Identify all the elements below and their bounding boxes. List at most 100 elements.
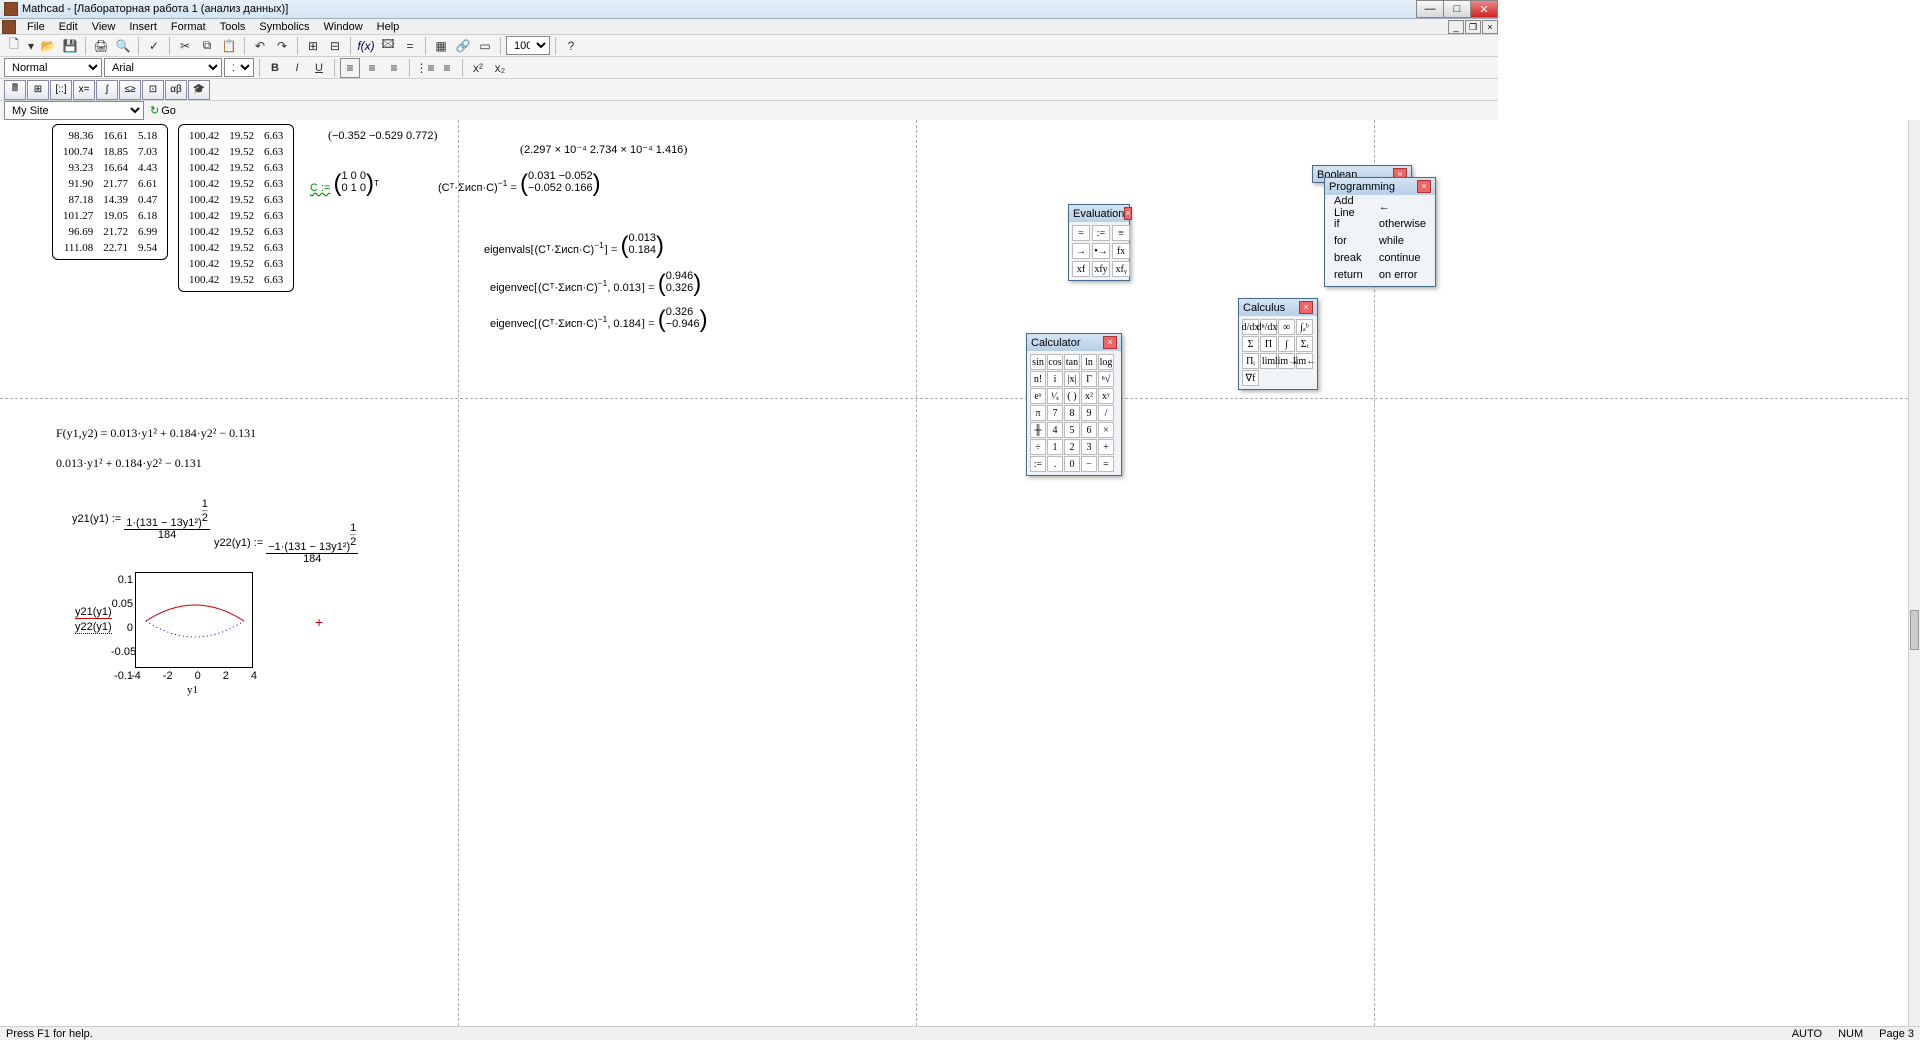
palette-button[interactable]: / bbox=[1098, 405, 1114, 421]
math-y21[interactable]: y21(y1) := 1·(131 − 13y1²)12 184 bbox=[72, 498, 210, 541]
palette-button[interactable]: break bbox=[1328, 249, 1373, 266]
undo-icon[interactable]: ↶ bbox=[250, 36, 270, 56]
help-icon[interactable]: ? bbox=[561, 36, 581, 56]
palette-button[interactable]: ∇f bbox=[1242, 370, 1259, 386]
palette-button[interactable]: xʸ bbox=[1098, 388, 1114, 404]
evaluation-palette[interactable]: Evaluation× =:=≡→•→fxxfxfyxfᵧ bbox=[1068, 204, 1130, 281]
region-icon[interactable]: ▭ bbox=[475, 36, 495, 56]
palette-button[interactable]: •→ bbox=[1092, 243, 1110, 259]
palette-button[interactable]: . bbox=[1047, 456, 1063, 472]
document-area[interactable]: 98.3616.615.18100.7418.857.0393.2316.644… bbox=[0, 120, 1908, 1026]
menu-symbolics[interactable]: Symbolics bbox=[252, 20, 316, 34]
new-icon[interactable]: 🗋 bbox=[4, 36, 24, 56]
palette-button[interactable]: ÷ bbox=[1030, 439, 1046, 455]
palette-button[interactable]: lim← bbox=[1296, 353, 1313, 369]
palette-button[interactable]: if bbox=[1328, 215, 1373, 232]
component-icon[interactable]: ▦ bbox=[431, 36, 451, 56]
go-button[interactable]: ↻ Go bbox=[150, 104, 176, 117]
palette-button[interactable]: + bbox=[1098, 439, 1114, 455]
vertical-scrollbar[interactable] bbox=[1908, 120, 1920, 1026]
link-icon[interactable]: 🔗 bbox=[453, 36, 473, 56]
mdi-restore[interactable]: ❐ bbox=[1465, 20, 1481, 34]
menu-view[interactable]: View bbox=[85, 20, 123, 34]
math-eigenvec2[interactable]: eigenvec[(Cᵀ·Σисп·C)−1, 0.184] = (0.326−… bbox=[490, 306, 708, 334]
palette-button[interactable]: ⁿ√ bbox=[1098, 371, 1114, 387]
matrix-palette-icon[interactable]: [::] bbox=[50, 80, 72, 100]
calculator-palette[interactable]: Calculator× sincostanlnlogn!i|x|Γⁿ√eˣ¹⁄ₓ… bbox=[1026, 333, 1122, 476]
calculus-palette[interactable]: Calculus× d/dxdⁿ/dxⁿ∞∫ₐᵇΣΠ∫ΣᵢΠᵢlimlim→li… bbox=[1238, 298, 1318, 390]
greek-palette-icon[interactable]: αβ bbox=[165, 80, 187, 100]
zoom-select[interactable]: 100% bbox=[506, 36, 550, 55]
palette-button[interactable]: for bbox=[1328, 232, 1373, 249]
font-select[interactable]: Arial bbox=[104, 58, 222, 77]
maximize-button[interactable]: □ bbox=[1443, 0, 1471, 18]
palette-button[interactable]: 5 bbox=[1064, 422, 1080, 438]
palette-button[interactable]: ¹⁄ₓ bbox=[1047, 388, 1063, 404]
palette-button[interactable]: Add Line bbox=[1328, 198, 1373, 215]
palette-button[interactable]: × bbox=[1098, 422, 1114, 438]
palette-button[interactable]: 9 bbox=[1081, 405, 1097, 421]
menu-help[interactable]: Help bbox=[370, 20, 407, 34]
palette-button[interactable]: 1 bbox=[1047, 439, 1063, 455]
palette-button[interactable]: → bbox=[1072, 243, 1090, 259]
palette-button[interactable]: otherwise bbox=[1373, 215, 1432, 232]
palette-button[interactable]: x² bbox=[1081, 388, 1097, 404]
mdi-minimize[interactable]: _ bbox=[1448, 20, 1464, 34]
palette-button[interactable]: fx bbox=[1112, 243, 1130, 259]
underline-icon[interactable]: U bbox=[309, 58, 329, 78]
math-eigenvals[interactable]: eigenvals[(Cᵀ·Σисп·C)−1] = (0.0130.184) bbox=[484, 232, 664, 260]
menu-format[interactable]: Format bbox=[164, 20, 213, 34]
palette-button[interactable]: ╫ bbox=[1030, 422, 1046, 438]
palette-button[interactable]: Γ bbox=[1081, 371, 1097, 387]
palette-close-icon[interactable]: × bbox=[1417, 180, 1431, 193]
unit-icon[interactable]: 🖾 bbox=[378, 36, 398, 56]
palette-button[interactable]: := bbox=[1092, 225, 1110, 241]
numbers-icon[interactable]: ≡ bbox=[437, 58, 457, 78]
menu-file[interactable]: File bbox=[20, 20, 52, 34]
calculus-palette-icon[interactable]: ∫ bbox=[96, 80, 118, 100]
programming-palette-icon[interactable]: ⊡ bbox=[142, 80, 164, 100]
symbolic-palette-icon[interactable]: 🎓 bbox=[188, 80, 210, 100]
matrix-region-1[interactable]: 98.3616.615.18100.7418.857.0393.2316.644… bbox=[52, 124, 168, 264]
minimize-button[interactable]: — bbox=[1416, 0, 1444, 18]
menu-insert[interactable]: Insert bbox=[122, 20, 164, 34]
programming-palette[interactable]: Programming× Add Line←ifotherwiseforwhil… bbox=[1324, 177, 1436, 287]
cut-icon[interactable]: ✂ bbox=[175, 36, 195, 56]
superscript-icon[interactable]: x² bbox=[468, 58, 488, 78]
scrollbar-thumb[interactable] bbox=[1910, 610, 1919, 650]
calc-icon[interactable]: = bbox=[400, 36, 420, 56]
align-icon[interactable]: ⊞ bbox=[303, 36, 323, 56]
palette-button[interactable]: sin bbox=[1030, 354, 1046, 370]
math-c-assign[interactable]: C := (1 0 00 1 0)T bbox=[310, 170, 379, 198]
palette-button[interactable]: ← bbox=[1373, 198, 1432, 215]
print-icon[interactable]: 🖨 bbox=[91, 36, 111, 56]
math-f-expr[interactable]: 0.013·y1² + 0.184·y2² − 0.131 bbox=[56, 456, 202, 471]
palette-button[interactable]: ln bbox=[1081, 354, 1097, 370]
menu-window[interactable]: Window bbox=[317, 20, 370, 34]
palette-button[interactable]: ≡ bbox=[1112, 225, 1130, 241]
palette-button[interactable]: xfy bbox=[1092, 261, 1110, 277]
math-row-neg[interactable]: (−0.352 −0.529 0.772) bbox=[328, 128, 438, 143]
palette-button[interactable]: eˣ bbox=[1030, 388, 1046, 404]
palette-button[interactable]: cos bbox=[1047, 354, 1063, 370]
palette-button[interactable]: continue bbox=[1373, 249, 1432, 266]
palette-button[interactable]: i bbox=[1047, 371, 1063, 387]
dropdown-arrow-icon[interactable]: ▾ bbox=[26, 36, 36, 56]
save-icon[interactable]: 💾 bbox=[60, 36, 80, 56]
palette-button[interactable]: xf bbox=[1072, 261, 1090, 277]
function-icon[interactable]: f(x) bbox=[356, 36, 376, 56]
palette-button[interactable]: := bbox=[1030, 456, 1046, 472]
palette-button[interactable]: on error bbox=[1373, 266, 1432, 283]
palette-button[interactable]: = bbox=[1072, 225, 1090, 241]
size-select[interactable]: 10 bbox=[224, 58, 254, 77]
palette-button[interactable]: dⁿ/dxⁿ bbox=[1260, 319, 1277, 335]
palette-close-icon[interactable]: × bbox=[1299, 301, 1313, 314]
bullets-icon[interactable]: ⋮≡ bbox=[415, 58, 435, 78]
palette-button[interactable]: 4 bbox=[1047, 422, 1063, 438]
align-left-icon[interactable]: ≡ bbox=[340, 58, 360, 78]
palette-button[interactable]: − bbox=[1081, 456, 1097, 472]
palette-button[interactable]: Σ bbox=[1242, 336, 1259, 352]
graph-palette-icon[interactable]: ⊞ bbox=[27, 80, 49, 100]
palette-button[interactable]: 6 bbox=[1081, 422, 1097, 438]
math-y22[interactable]: y22(y1) := −1·(131 − 13y1²)12 184 bbox=[214, 522, 358, 565]
